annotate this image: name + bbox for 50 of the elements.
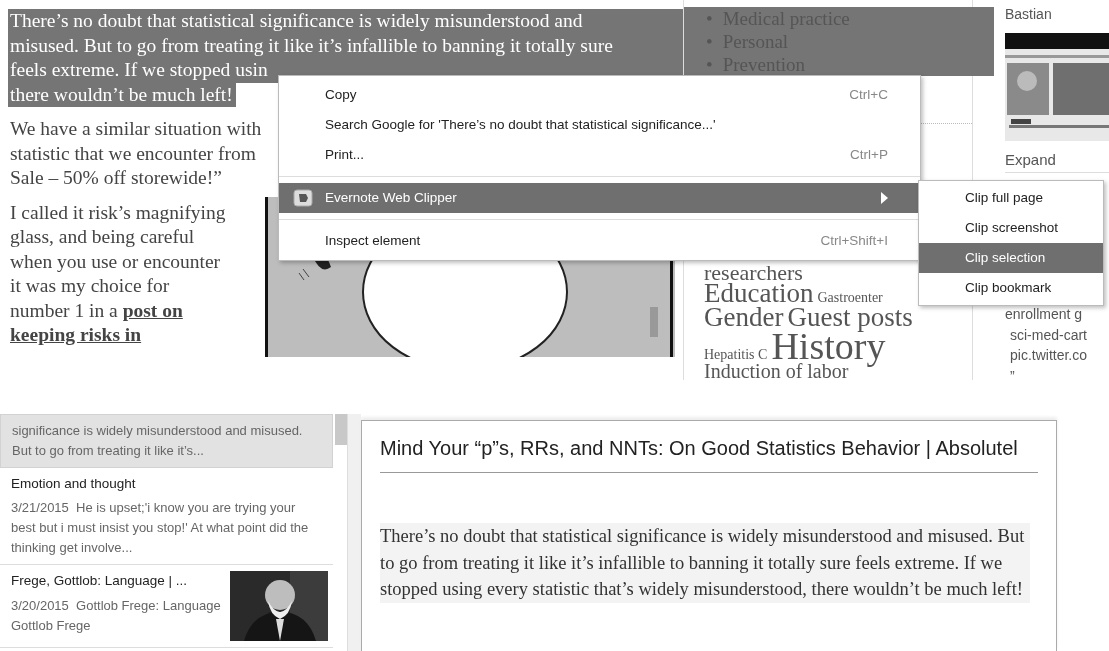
tag-link[interactable]: Gender (704, 302, 784, 333)
selected-text: There’s no doubt that statistical significance is widely misunderstood and (8, 9, 683, 34)
submenu-arrow-icon (881, 192, 888, 204)
author-name: Bastian (1005, 5, 1053, 24)
expand-link[interactable]: Expand (1005, 147, 1109, 173)
menu-item[interactable]: Inspect element Ctrl+Shift+I (279, 226, 920, 256)
article-text: Sale – 50% off storewide!” (9, 166, 223, 190)
menu-item[interactable]: Clip full page (919, 183, 1103, 213)
note-title: Emotion and thought (11, 475, 137, 493)
shortcut-text: Ctrl+P (850, 145, 888, 164)
article-text: I called it risk’s magnifying (9, 200, 227, 225)
article-text: it was my choice for (9, 274, 171, 298)
bullet-text: • (706, 53, 713, 76)
tweet-text: sci-med-cart (1009, 325, 1088, 345)
article-link[interactable]: post on (122, 299, 183, 321)
selected-text: misused. But to go from treating it like it’s infallible to banning it totally sure (8, 33, 683, 58)
menu-item[interactable]: Print... Ctrl+P (279, 140, 920, 170)
note-body: There’s no doubt that statistical significance is widely misunderstood and misused. But to go from treating it like it’s infallible to banning it totally sure feels extreme. If we stopped using every statistic that’s widely misunderstood, there wouldn’t be much left! (380, 523, 1030, 603)
note-snippet: 3/20/2015 Gottlob Frege: Language Gottlob Frege (11, 596, 222, 635)
tweet-text: pic.twitter.co (1009, 346, 1089, 365)
article-text: number 1 in a (10, 299, 119, 321)
menu-item[interactable]: Copy Ctrl+C (279, 80, 920, 110)
menu-item[interactable]: Clip bookmark (919, 273, 1103, 303)
menu-item[interactable]: Clip screenshot (919, 213, 1103, 243)
menu-item[interactable]: Clip selection (919, 243, 1103, 273)
bullet-text: • (706, 7, 713, 30)
bullet-text: • (706, 30, 713, 53)
tag-link[interactable]: Hepatitis C (704, 346, 768, 362)
menu-item[interactable]: Evernote Web Clipper (279, 183, 920, 213)
article-text: statistic that we encounter from (9, 141, 257, 166)
note-snippet: 3/21/2015 He is upset;'i know you are trying your best but i must insist you stop!' At what point did the thinking get involve... (11, 499, 310, 558)
note-item[interactable]: Frege, Gottlob: Language | ... 3/20/2015 Gottlob Frege: Language Gottlob Frege (0, 565, 333, 649)
tweet-text: enrollment g (1005, 305, 1084, 324)
note-title: Frege, Gottlob: Language | ... (11, 572, 189, 591)
article-text: glass, and being careful (9, 225, 196, 249)
tweet-text: ” (1009, 366, 1016, 380)
note-item[interactable]: significance is widely misunderstood and misused. But to go from treating it like it’s... (0, 414, 333, 468)
scrollbar-thumb[interactable] (335, 414, 347, 445)
splitter[interactable] (347, 414, 361, 651)
selected-text: there wouldn’t be much left! (8, 82, 236, 107)
shortcut-text: Ctrl+C (849, 85, 888, 104)
menu-item[interactable]: Search Google for 'There’s no doubt that statistical significance...' (279, 110, 920, 140)
note-snippet: significance is widely misunderstood and misused. But to go from treating it like it’s... (12, 422, 304, 460)
note-item[interactable]: Emotion and thought 3/21/2015 He is upset;'i know you are trying your best but i must insist you stop!' At what point did the thinking get involve... (0, 468, 333, 566)
article-text: We have a similar situation with (9, 117, 263, 141)
shortcut-text: Ctrl+Shift+I (820, 231, 888, 250)
app-icon (293, 189, 313, 207)
article-link[interactable]: keeping risks in (8, 323, 145, 348)
article-text: when you use or encounter (9, 249, 222, 274)
note-title: Mind Your “p”s, RRs, and NNTs: On Good Statistics Behavior | Absolutel (380, 433, 1038, 473)
